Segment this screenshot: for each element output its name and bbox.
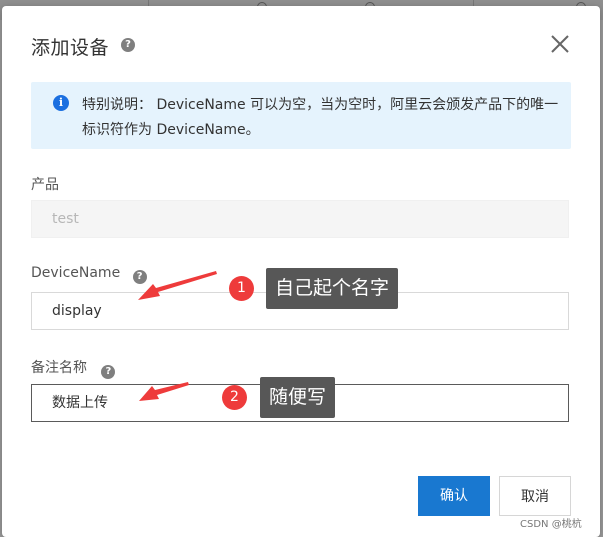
callout-number-2: 2	[222, 385, 247, 410]
close-icon-glyph	[551, 35, 569, 53]
help-icon[interactable]: ?	[132, 270, 147, 284]
watermark: CSDN @桃杭	[520, 519, 582, 530]
callout-text-1: 自己起个名字	[266, 268, 399, 309]
product-label: 产品	[31, 177, 59, 193]
notice-banner: i 特别说明： DeviceName 可以为空，当为空时，阿里云会颁发产品下的唯…	[31, 82, 571, 149]
notice-text: 特别说明： DeviceName 可以为空，当为空时，阿里云会颁发产品下的唯一标…	[82, 97, 559, 138]
remark-label-text: 备注名称	[31, 360, 87, 376]
callout-text-2: 随便写	[260, 377, 336, 418]
info-icon: i	[53, 95, 69, 111]
product-field: test	[31, 200, 569, 238]
device-name-label: DeviceName ?	[31, 265, 147, 284]
callout-number-1: 1	[229, 276, 254, 301]
remark-label: 备注名称 ?	[31, 357, 116, 379]
device-name-label-text: DeviceName	[31, 265, 121, 281]
confirm-button[interactable]: 确认	[418, 476, 490, 516]
dialog-title: 添加设备	[31, 37, 110, 59]
close-icon[interactable]	[550, 34, 570, 54]
help-icon[interactable]: ?	[101, 365, 116, 379]
help-icon[interactable]: ?	[121, 38, 135, 52]
cancel-button[interactable]: 取消	[499, 476, 571, 516]
